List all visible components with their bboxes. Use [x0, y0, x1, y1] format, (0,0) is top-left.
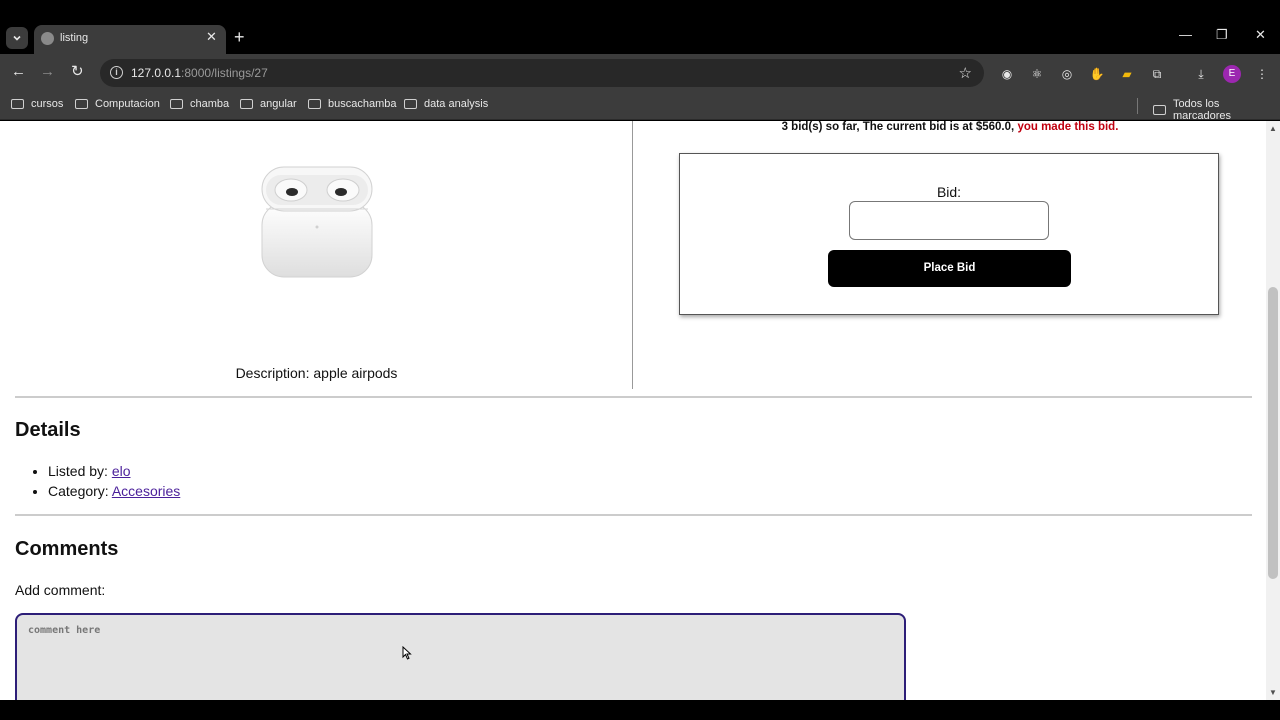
extension-target-icon[interactable]: ◎ [1059, 66, 1075, 82]
globe-icon [41, 32, 54, 45]
forward-icon[interactable]: → [40, 64, 55, 79]
place-bid-button[interactable]: Place Bid [828, 250, 1071, 287]
bookmark-label: angular [260, 98, 297, 110]
bid-form: Bid: Place Bid [679, 153, 1219, 315]
bookmarks-separator [1137, 98, 1138, 114]
back-icon[interactable]: ← [11, 64, 26, 79]
bookmark-cursos[interactable]: cursos [11, 98, 63, 110]
minimize-icon[interactable]: — [1179, 28, 1192, 41]
own-bid-note: you made this bid. [1017, 121, 1119, 133]
download-icon[interactable]: ⤓ [1193, 66, 1209, 82]
category-link[interactable]: Accesories [112, 483, 180, 499]
divider [15, 396, 1252, 398]
folder-icon [11, 99, 24, 109]
close-window-icon[interactable]: ✕ [1255, 28, 1266, 41]
comment-field-wrapper [15, 613, 906, 700]
bookmark-label: cursos [31, 98, 64, 110]
address-bar[interactable]: i 127.0.0.1:8000/listings/27 ☆ [100, 59, 984, 87]
mouse-cursor-icon [402, 646, 412, 660]
close-tab-icon[interactable]: ✕ [206, 30, 217, 43]
reload-icon[interactable]: ↻ [71, 64, 84, 79]
bookmark-buscachamba[interactable]: buscachamba [308, 98, 397, 110]
bookmark-label: Computacion [95, 98, 160, 110]
site-info-icon[interactable]: i [110, 66, 123, 79]
tab-listing[interactable]: listing ✕ [34, 25, 226, 54]
bookmark-angular[interactable]: angular [240, 98, 297, 110]
folder-icon [75, 99, 88, 109]
url-host: 127.0.0.1 [131, 66, 182, 80]
listing-image-column: Description: apple airpods [0, 121, 633, 389]
extension-react-icon[interactable]: ⚛ [1029, 66, 1045, 82]
folder-icon [170, 99, 183, 109]
scroll-up-arrow-icon[interactable]: ▲ [1269, 124, 1277, 133]
bookmarks-bar: cursos Computacion chamba angular buscac… [0, 92, 1280, 122]
more-menu-icon[interactable]: ⋮ [1254, 66, 1270, 82]
extension-note-icon[interactable]: ▰ [1119, 66, 1135, 82]
list-item-category: Category: Accesories [48, 481, 180, 501]
comments-heading: Comments [15, 538, 119, 560]
tab-search-button[interactable] [6, 27, 28, 49]
tab-title: listing [60, 32, 89, 44]
details-list: Listed by: elo Category: Accesories [48, 461, 180, 501]
browser-toolbar: ← → ↻ i 127.0.0.1:8000/listings/27 ☆ ◉ ⚛… [0, 54, 1280, 92]
scroll-down-arrow-icon[interactable]: ▼ [1269, 688, 1277, 697]
chevron-down-icon [13, 35, 21, 41]
scrollbar-thumb[interactable] [1268, 287, 1278, 579]
profile-avatar[interactable]: E [1223, 65, 1241, 83]
bookmark-chamba[interactable]: chamba [170, 98, 229, 110]
tab-bar: listing ✕ + — ❐ ✕ [0, 0, 1280, 54]
restore-icon[interactable]: ❐ [1216, 28, 1228, 41]
category-label: Category: [48, 483, 109, 499]
bid-label: Bid: [936, 184, 962, 200]
url-path: :8000/listings/27 [181, 66, 268, 80]
folder-icon [404, 99, 417, 109]
extensions-puzzle-icon[interactable]: ⧉ [1149, 66, 1165, 82]
bookmark-label: Todos los marcadores [1172, 98, 1232, 122]
bookmark-label: chamba [190, 98, 230, 110]
folder-icon [240, 99, 253, 109]
page-viewport: Description: apple airpods 3 bid(s) so f… [0, 121, 1266, 700]
bookmark-computacion[interactable]: Computacion [75, 98, 160, 110]
bottom-bar [0, 700, 1280, 720]
bid-status-text: 3 bid(s) so far, The current bid is at $… [781, 121, 1015, 133]
listing-description: Description: apple airpods [235, 365, 398, 381]
extension-hand-icon[interactable]: ✋ [1089, 66, 1105, 82]
details-heading: Details [15, 419, 81, 441]
listed-by-link[interactable]: elo [112, 463, 131, 479]
bookmark-data-analysis[interactable]: data analysis [404, 98, 488, 110]
airpods-image [261, 166, 373, 278]
folder-icon [1153, 105, 1166, 115]
url-text: 127.0.0.1:8000/listings/27 [131, 66, 268, 80]
extension-face-icon[interactable]: ◉ [999, 66, 1015, 82]
bid-status: 3 bid(s) so far, The current bid is at $… [634, 121, 1266, 133]
add-comment-label: Add comment: [15, 582, 106, 598]
bookmark-star-icon[interactable]: ☆ [959, 64, 972, 82]
listed-by-label: Listed by: [48, 463, 108, 479]
folder-icon [308, 99, 321, 109]
bookmark-label: data analysis [424, 98, 489, 110]
comment-textarea[interactable] [17, 615, 904, 700]
all-bookmarks[interactable]: Todos los marcadores [1153, 98, 1280, 122]
divider [15, 514, 1252, 516]
page-scrollbar[interactable]: ▲ ▼ [1266, 121, 1280, 700]
new-tab-icon[interactable]: + [234, 28, 245, 46]
list-item-listed-by: Listed by: elo [48, 461, 180, 481]
bookmark-label: buscachamba [328, 98, 397, 110]
bid-input[interactable] [849, 201, 1049, 240]
